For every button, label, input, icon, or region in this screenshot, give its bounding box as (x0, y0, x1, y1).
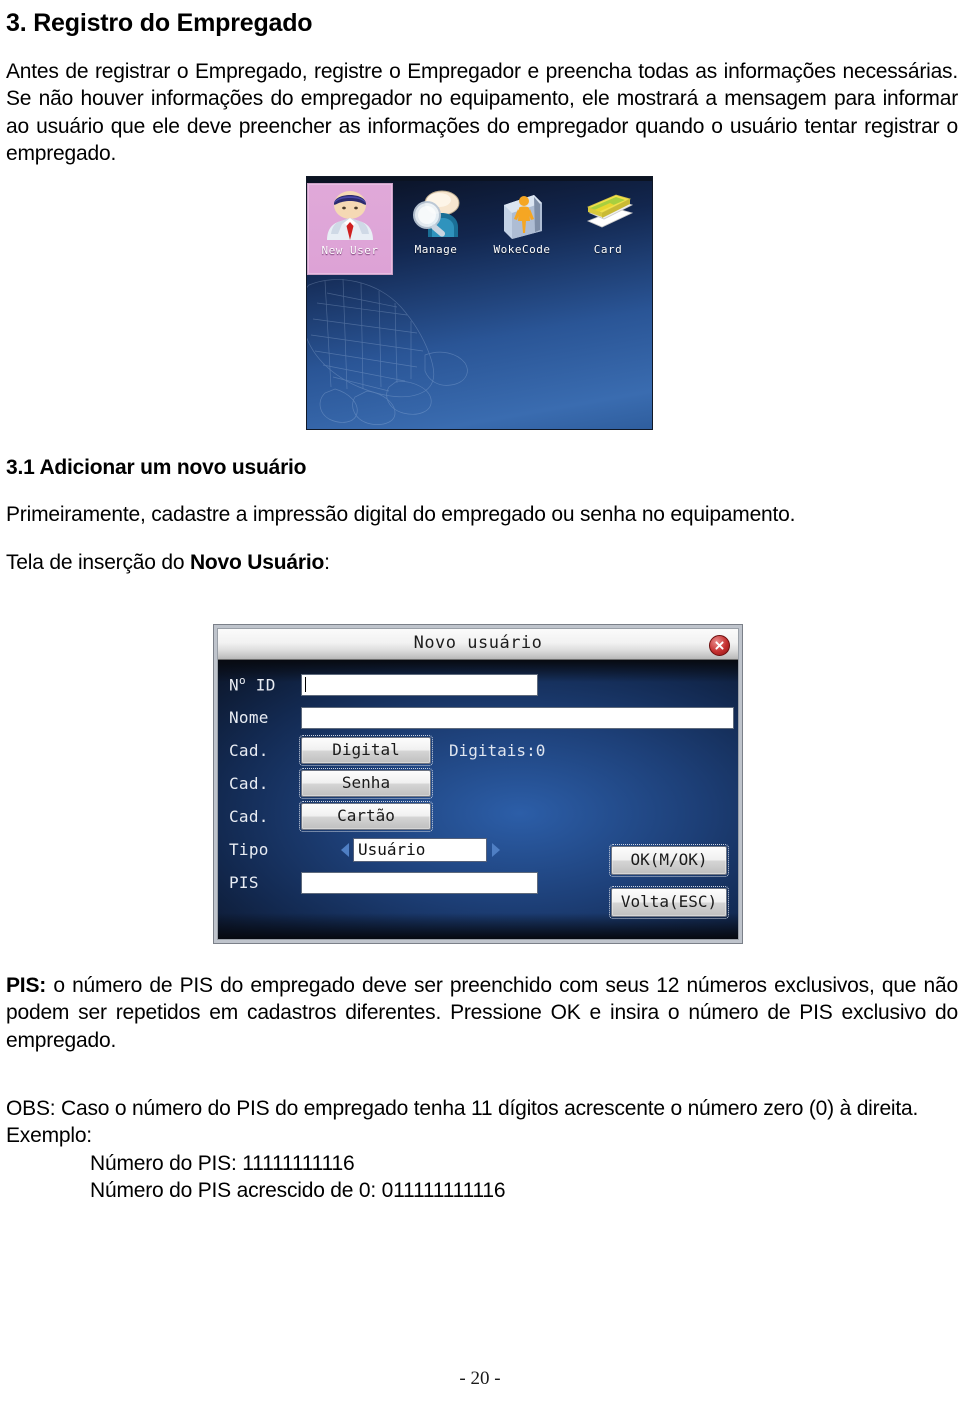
nome-input[interactable] (301, 706, 734, 729)
dialog-body: No ID Nome Cad. Digital Digitais:0 Cad. … (218, 660, 738, 939)
pis-paragraph: PIS: o número de PIS do empregado deve s… (6, 972, 958, 1081)
magnifier-speech-icon (408, 187, 464, 241)
device-menu-label-card: Card (593, 243, 623, 256)
paragraph-tela-insercao: Tela de inserção do Novo Usuário: (6, 549, 958, 576)
cad-senha-label: Cad. (229, 774, 269, 793)
device-menu-label-manage: Manage (414, 243, 458, 256)
dialog-row-cad-cartao: Cad. Cartão (218, 800, 738, 833)
device-menu-item-wokecode[interactable]: WokeCode (479, 183, 565, 275)
device-menu-item-card[interactable]: Card (565, 183, 651, 275)
tela-prefix: Tela de inserção do (6, 550, 190, 574)
dialog-row-cad-senha: Cad. Senha (218, 767, 738, 800)
device-top-strip (307, 177, 652, 181)
id-field-label: No ID (229, 674, 276, 695)
tela-bold-term: Novo Usuário (189, 550, 325, 574)
nome-field-label: Nome (229, 708, 269, 727)
id-cards-icon (580, 187, 636, 241)
tipo-value: Usuário (353, 837, 487, 862)
device-menu-item-new-user[interactable]: New User (307, 183, 393, 275)
tipo-field-label: Tipo (229, 840, 269, 859)
cad-cartao-label: Cad. (229, 807, 269, 826)
chevron-left-icon[interactable] (341, 842, 349, 857)
device-menu-item-manage[interactable]: Manage (393, 183, 479, 275)
id-input[interactable] (301, 673, 538, 696)
dialog-row-cad-digital: Cad. Digital Digitais:0 (218, 734, 738, 767)
cadastrar-senha-button[interactable]: Senha (299, 768, 433, 799)
user-avatar-icon (322, 188, 378, 242)
pis-input[interactable] (301, 871, 538, 894)
cadastrar-digital-button[interactable]: Digital (299, 735, 433, 766)
novo-usuario-dialog-screenshot: Novo usuário No ID Nome Cad. Digital Dig… (213, 624, 743, 944)
section-subtitle: 3.1 Adicionar um novo usuário (6, 456, 307, 479)
text-caret (305, 677, 306, 692)
tela-suffix: : (324, 550, 330, 574)
exemplo-line-1: Número do PIS: 11111111116 (90, 1151, 355, 1175)
pis-explanation-block: PIS: o número de PIS do empregado deve s… (6, 972, 958, 1204)
section-3-1-block: 3.1 Adicionar um novo usuário Primeirame… (6, 455, 958, 576)
tipo-spinner[interactable]: Usuário (341, 837, 500, 862)
page-title: 3. Registro do Empregado (6, 9, 313, 37)
back-button[interactable]: Volta(ESC) (609, 886, 729, 919)
intro-paragraph: Antes de registrar o Empregado, registre… (6, 60, 958, 165)
obs-paragraph: OBS: Caso o número do PIS do empregado t… (6, 1097, 919, 1121)
cad-digital-label: Cad. (229, 741, 269, 760)
person-book-icon (494, 187, 550, 241)
cadastrar-cartao-button[interactable]: Cartão (299, 801, 433, 832)
dialog-title: Novo usuário (413, 633, 543, 653)
dialog-titlebar: Novo usuário (218, 629, 738, 660)
pis-paragraph-text: o número de PIS do empregado deve ser pr… (6, 974, 958, 1052)
dialog-row-nome: Nome (218, 701, 738, 734)
pis-field-label: PIS (229, 873, 259, 892)
paragraph-primeiramente: Primeiramente, cadastre a impressão digi… (6, 503, 796, 527)
pis-term-label: PIS: (6, 974, 47, 997)
digitais-count-label: Digitais:0 (449, 741, 546, 760)
dialog-row-id: No ID (218, 668, 738, 701)
dialog-inner-frame: Novo usuário No ID Nome Cad. Digital Dig… (217, 628, 739, 940)
device-menu-row: New User Manage WokeCode Card (307, 183, 652, 275)
document-page: 3. Registro do Empregado Antes de regist… (0, 0, 960, 1409)
chevron-right-icon[interactable] (492, 842, 500, 857)
device-menu-label-wokecode: WokeCode (493, 243, 551, 256)
exemplo-label: Exemplo: (6, 1124, 92, 1148)
document-body: 3. Registro do Empregado Antes de regist… (6, 0, 958, 194)
device-home-screenshot: New User Manage WokeCode Card (306, 176, 653, 430)
page-footer: - 20 - (459, 1368, 501, 1389)
hand-watermark-icon (307, 278, 468, 425)
device-menu-label-new-user: New User (321, 244, 379, 257)
exemplo-line-2: Número do PIS acrescido de 0: 0111111111… (90, 1179, 506, 1203)
ok-button[interactable]: OK(M/OK) (609, 844, 729, 877)
close-icon[interactable] (709, 635, 730, 656)
